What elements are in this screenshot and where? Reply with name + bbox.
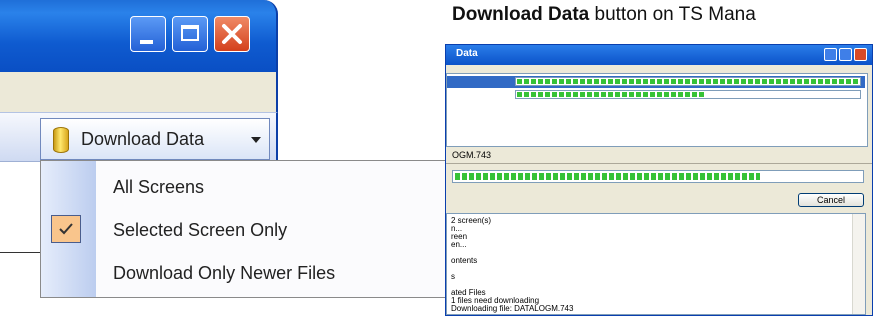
caption-rest: button on TS Mana (589, 4, 756, 25)
close-button[interactable] (214, 16, 250, 52)
chevron-down-icon[interactable] (251, 137, 261, 143)
download-data-button[interactable]: Download Data (40, 118, 270, 160)
log-output[interactable]: 2 screen(s) n... reen en... ontents s ated Fil… (446, 213, 866, 315)
progress-fill (517, 79, 859, 84)
dialog-title: Data (456, 48, 478, 59)
maximize-icon[interactable] (839, 48, 852, 61)
close-icon (222, 24, 242, 44)
current-file-label: OGM.743 (452, 150, 492, 160)
minimize-button[interactable] (130, 16, 166, 52)
caption: Download Data button on TS Mana (452, 4, 756, 26)
progress-fill (517, 92, 706, 97)
menu-item-label: Selected Screen Only (113, 220, 288, 240)
scrollbar[interactable] (852, 214, 865, 314)
maximize-button[interactable] (172, 16, 208, 52)
maximize-icon (181, 25, 199, 41)
divider-line (0, 252, 40, 253)
log-line: Downloading file: DATALOGM.743 (451, 304, 574, 313)
screen-progress-bar (515, 90, 861, 99)
download-dropdown-menu: All Screens Selected Screen Only Downloa… (40, 160, 450, 298)
checkmark-icon (59, 223, 73, 235)
menu-bar (0, 72, 278, 112)
checked-indicator (51, 215, 81, 243)
database-icon (53, 127, 69, 153)
screen-list[interactable] (446, 73, 868, 147)
caption-bold: Download Data (452, 4, 590, 25)
dialog-title-bar: Data (446, 45, 872, 65)
minimize-icon[interactable] (824, 48, 837, 61)
list-item[interactable] (447, 89, 865, 101)
menu-item-label: All Screens (113, 177, 205, 197)
progress-fill (455, 173, 760, 180)
download-dialog: Data OGM.743 Cancel 2 screen(s) n... reen e… (445, 44, 873, 316)
menu-item-newer-files[interactable]: Download Only Newer Files (41, 251, 449, 295)
title-bar (0, 0, 278, 72)
divider (446, 163, 872, 164)
menu-item-all-screens[interactable]: All Screens (41, 165, 449, 209)
list-item[interactable] (447, 76, 865, 88)
menu-item-label: Download Only Newer Files (113, 263, 336, 283)
download-data-label: Download Data (81, 129, 205, 149)
zoomed-window: Download Data All Screens Selected Scree… (0, 0, 450, 318)
cancel-button[interactable]: Cancel (798, 193, 864, 207)
log-line: en... (451, 240, 467, 249)
file-progress-bar (452, 170, 864, 183)
log-line: ontents (451, 256, 478, 265)
log-line: s (451, 272, 455, 281)
screen-progress-bar (515, 77, 861, 86)
menu-item-selected-screen-only[interactable]: Selected Screen Only (41, 208, 449, 252)
close-icon[interactable] (854, 48, 867, 61)
minimize-icon (140, 40, 153, 44)
